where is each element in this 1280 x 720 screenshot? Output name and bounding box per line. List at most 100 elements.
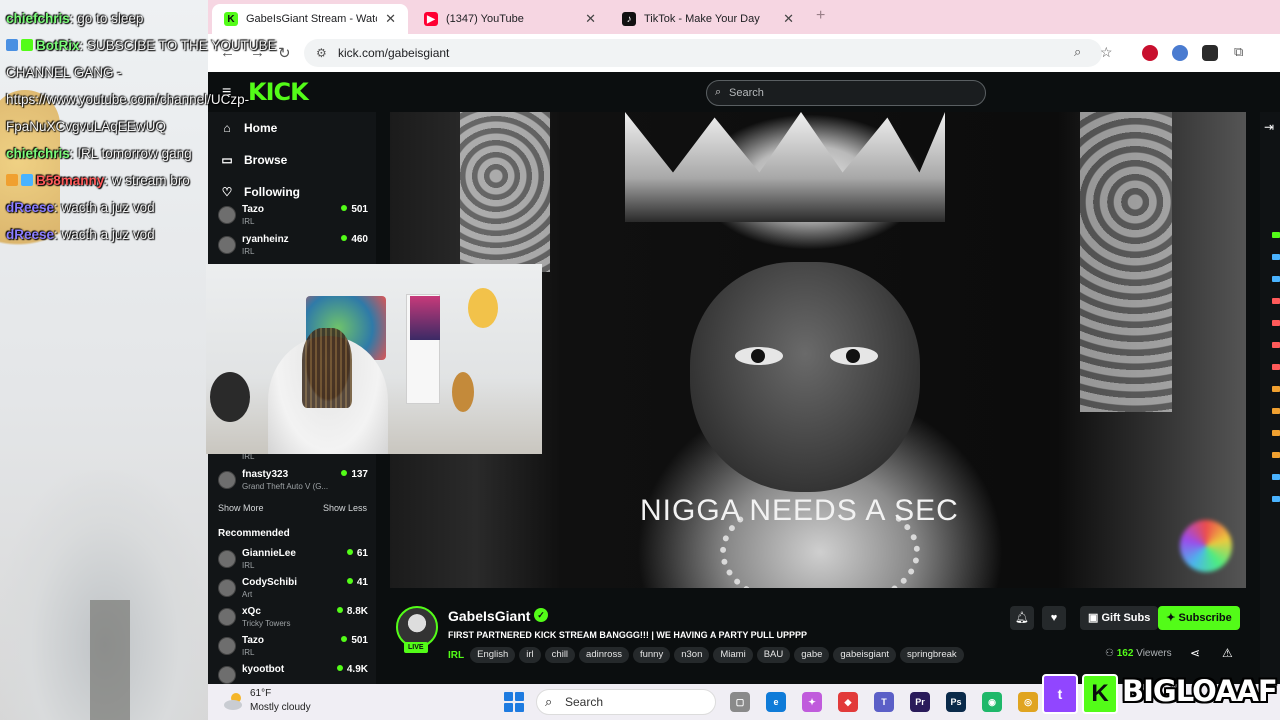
tag[interactable]: n3on [674,647,710,663]
gift-subs-button[interactable]: ▣ Gift Subs [1080,606,1159,630]
tag[interactable]: gabe [794,647,830,663]
recommended-channel[interactable]: CodySchibi Art 41 [218,577,368,603]
channel-category: IRL [242,648,255,657]
viewer-count: 8.8K [337,606,368,617]
extensions-puzzle-icon[interactable]: ⧉ [1234,44,1243,60]
viewer-number: 162 [1116,648,1134,659]
category-link[interactable]: IRL [448,650,464,661]
address-bar[interactable]: ⚙ kick.com/gabeisgiant [304,39,1102,67]
stream-title: FIRST PARTNERED KICK STREAM BANGGG!!! | … [448,630,808,640]
bookmark-star-icon[interactable]: ☆ [1100,44,1113,61]
taskbar-search-input[interactable]: ⌕ Search [536,689,716,715]
channel-name: xQc [242,606,261,617]
tab-tiktok[interactable]: ♪ TikTok - Make Your Day ✕ [610,4,806,34]
verified-badge-icon [21,39,33,51]
search-input[interactable]: ⌕ Search [706,80,986,106]
tab-youtube[interactable]: ▶ (1347) YouTube ✕ [412,4,608,34]
search-placeholder: Search [729,87,764,99]
close-icon[interactable]: ✕ [585,11,596,27]
face-illustration [690,262,920,492]
room-poster [410,296,440,340]
recommended-channel[interactable]: GiannieLee IRL 61 [218,548,368,574]
verified-icon: ✓ [534,608,548,622]
new-tab-button[interactable]: + [816,7,825,25]
show-less-link[interactable]: Show Less [323,503,367,513]
viewers-icon: ⚇ [1105,648,1117,659]
kick-header: ≡ KICK ⌕ Search [208,72,1280,112]
zoom-icon[interactable]: ⌕ [1074,44,1081,60]
reload-icon[interactable]: ↻ [278,44,291,62]
recommended-channel[interactable]: xQc Tricky Towers 8.8K [218,606,368,632]
extension-icon[interactable] [1202,45,1218,61]
chat-username[interactable]: dReese [6,200,54,215]
task-view-icon[interactable]: ▢ [730,692,750,712]
site-info-icon[interactable]: ⚙ [316,46,327,60]
crown-illustration [625,112,945,222]
weather-temperature[interactable]: 61°F [250,688,271,699]
channel-name: fnasty323 [242,469,289,480]
chat-username[interactable]: B58manny [36,173,104,188]
chat-username[interactable]: BotRix [36,38,80,53]
chat-text: SUBSCIBE TO THE YOUTUBE [83,38,277,53]
show-more-link[interactable]: Show More [218,503,264,513]
sub-badge-icon [6,174,18,186]
expand-chat-icon[interactable]: ⇥ [1264,120,1274,134]
photoshop-icon[interactable]: Ps [946,692,966,712]
tab-kick[interactable]: K GabeIsGiant Stream - Watch Li ✕ [212,4,408,34]
nav-following[interactable]: ♡ Following [220,180,300,204]
chat-username[interactable]: chiefchris [6,146,70,161]
chat-text: IRL tomorrow gang [73,146,192,161]
chat-username[interactable]: chiefchris [6,11,70,26]
tag[interactable]: chill [544,647,576,663]
channel-category: IRL [242,247,255,256]
tag[interactable]: springbreak [900,647,964,663]
tag[interactable]: English [470,647,516,663]
following-channel-tazo[interactable]: Tazo IRL 501 [218,204,368,230]
search-icon: ⌕ [715,86,722,98]
channel-name[interactable]: GabeIsGiant [448,608,530,624]
avatar [218,666,236,684]
tag[interactable]: irl [519,647,541,663]
search-placeholder: Search [565,695,604,709]
bell-icon[interactable]: 🔔︎ [1010,606,1034,630]
windows-start-icon[interactable] [504,692,524,712]
tag[interactable]: gabeisgiant [833,647,896,663]
recommended-channel[interactable]: Tazo IRL 501 [218,635,368,661]
follow-heart-icon[interactable]: ♥ [1042,606,1066,630]
viewer-count: 4.9K [337,664,368,675]
browse-icon: ▭ [221,153,233,167]
weather-description[interactable]: Mostly cloudy [250,702,311,713]
chat-badge-icon [1272,298,1280,304]
chrome-icon[interactable]: ◎ [1018,692,1038,712]
teams-icon[interactable]: T [874,692,894,712]
subscribe-label: Subscribe [1178,612,1232,624]
kick-logo[interactable]: KICK [248,78,309,106]
close-icon[interactable]: ✕ [385,11,396,27]
edge-icon[interactable]: e [766,692,786,712]
green-app-icon[interactable]: ◉ [982,692,1002,712]
gift-icon: ▣ [1088,612,1102,624]
following-channel-ryanheinz[interactable]: ryanheinz IRL 460 [218,234,368,260]
streamer-watermark: t K BIGLOAAF [1042,668,1280,720]
app-red-icon[interactable]: ◆ [838,692,858,712]
share-icon[interactable]: ⋖ [1190,646,1200,660]
tag[interactable]: funny [632,647,671,663]
subscribe-button[interactable]: ✦ Subscribe [1158,606,1240,630]
chat-text: wacth a juz vod [57,200,155,215]
premiere-icon[interactable]: Pr [910,692,930,712]
extension-icon[interactable] [1172,45,1188,61]
tag[interactable]: BAU [756,647,791,663]
report-icon[interactable]: ⚠ [1222,646,1233,660]
youtube-icon: ▶ [424,12,438,26]
close-icon[interactable]: ✕ [783,11,794,27]
tag[interactable]: Miami [713,647,753,663]
chat-username[interactable]: dReese [6,227,54,242]
extension-icon[interactable] [1142,45,1158,61]
eye-illustration [830,347,878,365]
tag[interactable]: adinross [579,647,629,663]
avatar [218,550,236,568]
nav-home[interactable]: ⌂ Home [220,116,277,140]
following-channel-fnasty323[interactable]: fnasty323 Grand Theft Auto V (G... 137 [218,469,368,495]
copilot-icon[interactable]: ✦ [802,692,822,712]
nav-browse[interactable]: ▭ Browse [220,148,287,172]
